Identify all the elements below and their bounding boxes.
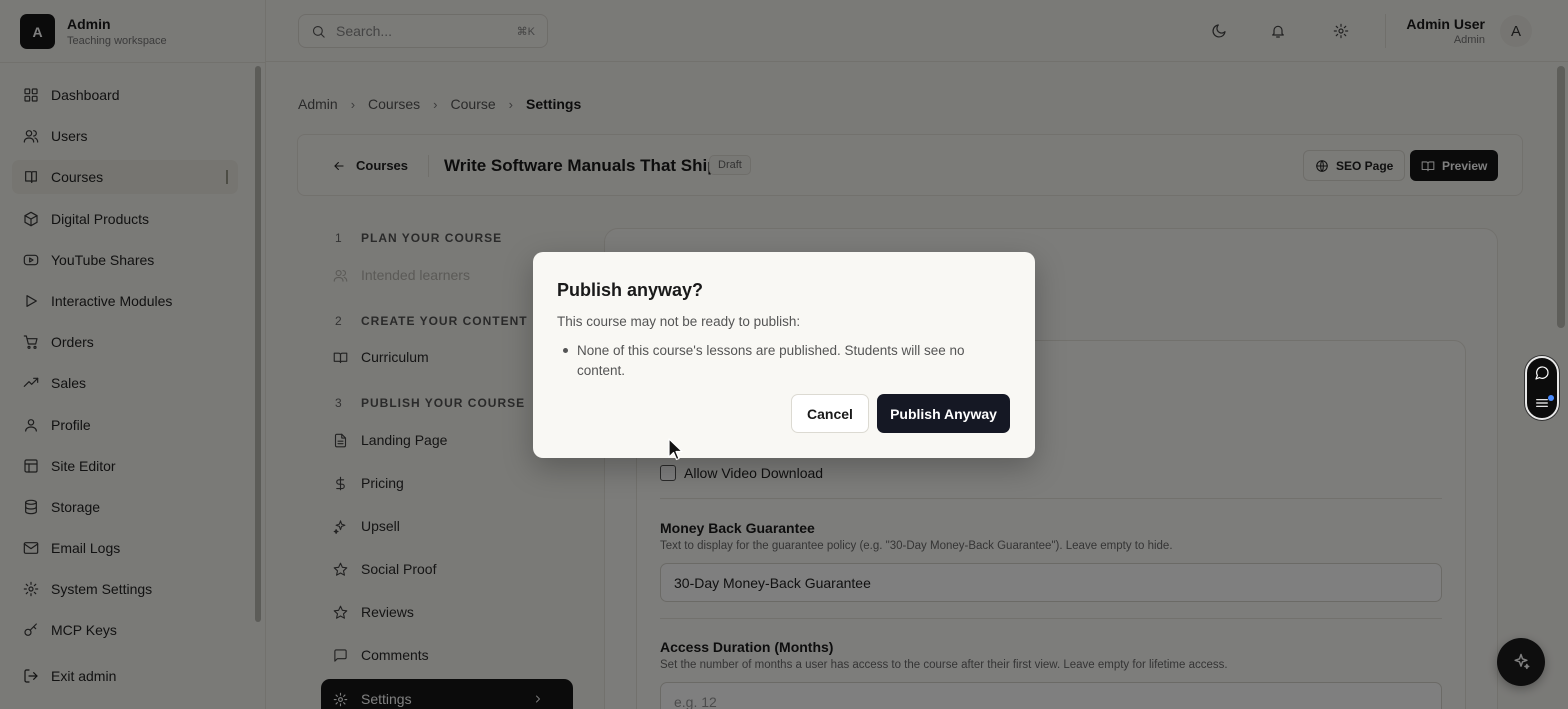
dialog-title: Publish anyway? [557,280,704,300]
cancel-button[interactable]: Cancel [791,394,869,433]
chat-bubble-icon[interactable] [1534,365,1550,381]
publish-anyway-button[interactable]: Publish Anyway [877,394,1010,433]
publish-confirm-dialog: Publish anyway? This course may not be r… [533,252,1035,458]
notification-dot [1548,395,1554,401]
dialog-warning-item: None of this course's lessons are publis… [561,341,1001,380]
dialog-description: This course may not be ready to publish: [557,314,801,329]
mouse-cursor-icon [668,438,683,461]
feedback-widget[interactable] [1525,356,1559,420]
